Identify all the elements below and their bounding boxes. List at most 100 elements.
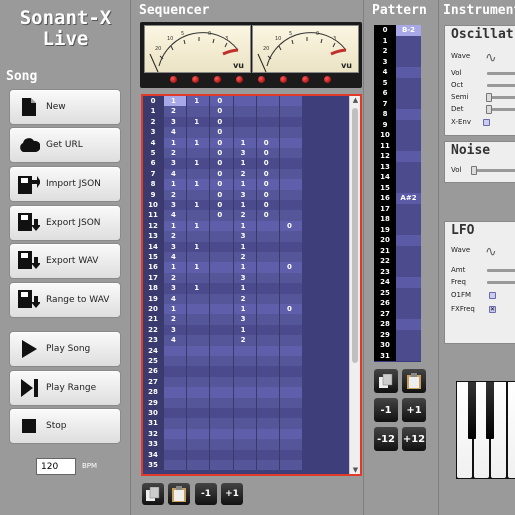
- sequencer-row[interactable]: 10 3 1 0 1 0: [143, 200, 349, 211]
- pattern-row[interactable]: 3: [374, 56, 421, 67]
- pattern-row[interactable]: 10: [374, 130, 421, 141]
- piano-keyboard[interactable]: [456, 381, 515, 479]
- pattern-row[interactable]: 9: [374, 119, 421, 130]
- pattern-row[interactable]: 22: [374, 256, 421, 267]
- pattern-row[interactable]: 19: [374, 224, 421, 235]
- pattern-plus-twelve-button[interactable]: +12: [402, 427, 426, 451]
- pattern-row[interactable]: 1: [374, 35, 421, 46]
- sequencer-cell[interactable]: 4: [163, 127, 187, 138]
- pattern-cell[interactable]: [396, 287, 421, 298]
- sequencer-row[interactable]: 12 1 1 1 0: [143, 220, 349, 232]
- sequencer-cell[interactable]: [278, 252, 303, 263]
- sequencer-row[interactable]: 30: [143, 408, 349, 419]
- sequencer-row[interactable]: 631010: [143, 158, 349, 169]
- scroll-up-arrow[interactable]: ▲: [350, 96, 360, 104]
- sequencer-cell[interactable]: 1: [186, 283, 210, 294]
- sequencer-cell[interactable]: [209, 387, 233, 398]
- sequencer-cell[interactable]: [278, 345, 303, 356]
- sequencer-cell[interactable]: 4: [163, 252, 187, 263]
- sine-wave-icon[interactable]: ∿: [485, 51, 497, 65]
- sequencer-cell[interactable]: [186, 168, 210, 180]
- pattern-row[interactable]: 25: [374, 287, 421, 298]
- sequencer-cell[interactable]: [209, 283, 233, 294]
- sequencer-cell[interactable]: 0: [209, 200, 233, 211]
- pattern-cell[interactable]: [396, 119, 421, 130]
- sequencer-cell[interactable]: [255, 408, 279, 419]
- sequencer-cell[interactable]: [209, 220, 233, 232]
- sequencer-cell[interactable]: [278, 324, 303, 336]
- sequencer-cell[interactable]: [278, 366, 303, 377]
- sequencer-cell[interactable]: [255, 356, 279, 367]
- sequencer-cell[interactable]: [255, 324, 279, 336]
- sequencer-cell[interactable]: [278, 241, 303, 252]
- sequencer-cell[interactable]: [186, 397, 210, 408]
- pattern-cell[interactable]: [396, 46, 421, 57]
- sequencer-cell[interactable]: 1: [232, 262, 256, 273]
- pattern-cell[interactable]: [396, 109, 421, 120]
- sequencer-cell[interactable]: [209, 439, 233, 450]
- osc-semi-thumb[interactable]: [486, 93, 492, 102]
- sequencer-cell[interactable]: 1: [186, 137, 210, 148]
- sequencer-cell[interactable]: [163, 366, 187, 377]
- pattern-copy-button[interactable]: [374, 369, 398, 393]
- sequencer-cell[interactable]: [278, 96, 303, 107]
- sequencer-cell[interactable]: 1: [186, 179, 210, 190]
- pattern-cell[interactable]: [396, 245, 421, 256]
- pattern-cell[interactable]: [396, 35, 421, 46]
- sequencer-cell[interactable]: [278, 127, 303, 138]
- sequencer-cell[interactable]: [209, 252, 233, 263]
- sequencer-cell[interactable]: [255, 428, 279, 440]
- sequencer-cell[interactable]: 0: [255, 137, 279, 148]
- sequencer-cell[interactable]: [255, 304, 279, 315]
- sequencer-cell[interactable]: 0: [255, 148, 279, 159]
- sequencer-cell[interactable]: [278, 387, 303, 398]
- sequencer-cell[interactable]: 4: [163, 210, 187, 221]
- pattern-cell[interactable]: [396, 340, 421, 351]
- sequencer-cell[interactable]: [232, 418, 256, 429]
- sequencer-cell[interactable]: [278, 148, 303, 159]
- sequencer-minus-one-button[interactable]: -1: [195, 483, 217, 505]
- sequencer-cell[interactable]: [209, 262, 233, 273]
- sequencer-cell[interactable]: [232, 449, 256, 460]
- sequencer-cell[interactable]: [163, 418, 187, 429]
- sequencer-row[interactable]: 22 3 1: [143, 324, 349, 336]
- sequencer-cell[interactable]: [232, 376, 256, 388]
- sequencer-cell[interactable]: [232, 345, 256, 356]
- scroll-thumb[interactable]: [352, 108, 358, 363]
- sequencer-cell[interactable]: 2: [163, 106, 187, 117]
- sequencer-cell[interactable]: [278, 179, 303, 190]
- sequencer-cell[interactable]: [186, 252, 210, 263]
- pattern-cell[interactable]: [396, 130, 421, 141]
- sequencer-cell[interactable]: 3: [163, 158, 187, 169]
- sequencer-cell[interactable]: 2: [163, 314, 187, 325]
- sequencer-cell[interactable]: [186, 335, 210, 346]
- sequencer-cell[interactable]: [255, 293, 279, 304]
- pattern-row[interactable]: 29: [374, 329, 421, 340]
- sequencer-cell[interactable]: [255, 283, 279, 294]
- sequencer-row[interactable]: 34 0: [143, 127, 349, 138]
- sequencer-row[interactable]: 31: [143, 418, 349, 429]
- range-to-wav-button[interactable]: Range to WAV: [9, 282, 121, 318]
- sequencer-row[interactable]: 28: [143, 387, 349, 398]
- sequencer-cell[interactable]: [278, 210, 303, 221]
- sequencer-cell[interactable]: 0: [255, 158, 279, 169]
- sequencer-cell[interactable]: 0: [255, 200, 279, 211]
- pattern-row[interactable]: 24: [374, 277, 421, 288]
- sequencer-row[interactable]: 23 4 2: [143, 335, 349, 346]
- sequencer-cell[interactable]: [255, 241, 279, 252]
- sequencer-cell[interactable]: [209, 418, 233, 429]
- sequencer-cell[interactable]: [232, 460, 256, 471]
- pattern-minus-one-button[interactable]: -1: [374, 398, 398, 422]
- sequencer-row[interactable]: 18 3 1 1: [143, 283, 349, 294]
- pattern-cell[interactable]: [396, 298, 421, 309]
- sequencer-row[interactable]: 27: [143, 376, 349, 388]
- sequencer-cell[interactable]: 2: [232, 168, 256, 180]
- sequencer-cell[interactable]: 1: [232, 158, 256, 169]
- sequencer-row[interactable]: 13 2 3: [143, 231, 349, 242]
- sequencer-cell[interactable]: [209, 345, 233, 356]
- sequencer-cell[interactable]: [255, 127, 279, 138]
- sequencer-cell[interactable]: [209, 293, 233, 304]
- copy-button[interactable]: [142, 483, 164, 505]
- sequencer-cell[interactable]: [278, 408, 303, 419]
- sequencer-cell[interactable]: [163, 387, 187, 398]
